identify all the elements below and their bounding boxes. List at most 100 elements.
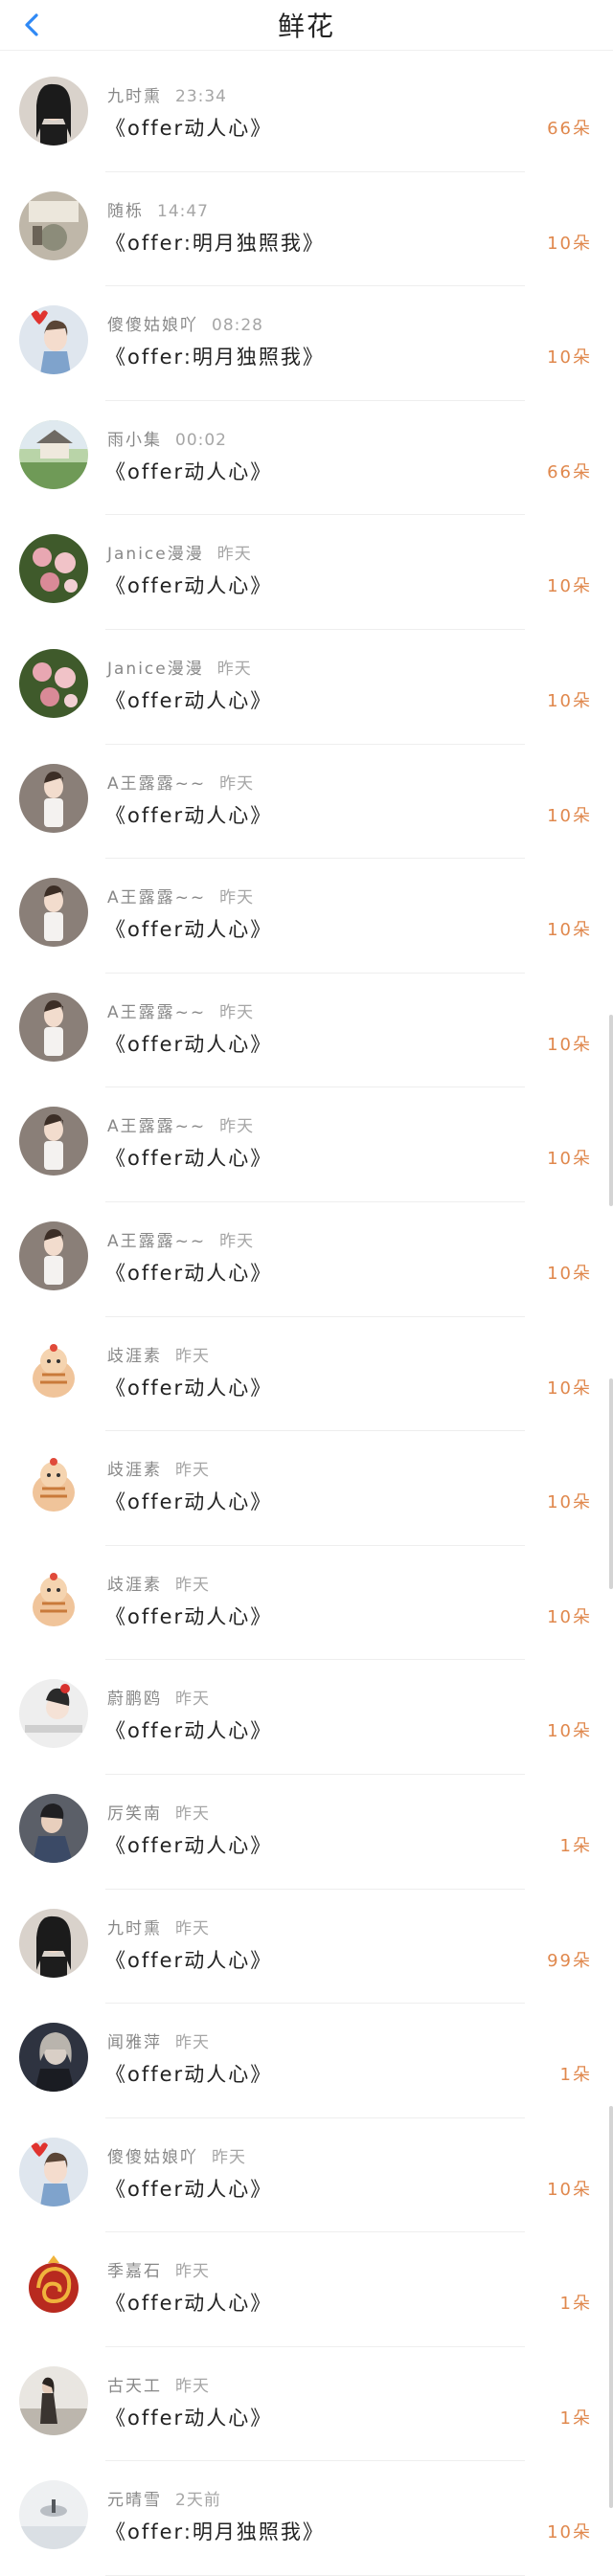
send-time: 昨天 xyxy=(175,1346,210,1366)
sender-name: 九时熏 xyxy=(107,1918,162,1938)
sender-line: A王露露~~ 昨天 xyxy=(107,1112,254,1136)
send-time: 昨天 xyxy=(175,1461,210,1481)
avatar[interactable] xyxy=(19,1908,88,1978)
avatar[interactable] xyxy=(19,1793,88,1863)
sender-line: 歧涯素 昨天 xyxy=(107,1456,210,1480)
flower-amount: 99朵 xyxy=(547,1950,592,1971)
scrollbar-thumb[interactable] xyxy=(609,1015,613,1206)
avatar[interactable] xyxy=(19,534,88,604)
flower-amount: 1朵 xyxy=(559,2294,592,2315)
flower-amount: 1朵 xyxy=(559,2408,592,2429)
list-item[interactable]: 随栎 14:47 《offer:明月独照我》 10朵 xyxy=(0,172,613,287)
sender-name: 傻傻姑娘吖 xyxy=(107,2147,198,2167)
list-item[interactable]: Janice漫漫 昨天 《offer动人心》 10朵 xyxy=(0,515,613,630)
list-item[interactable]: 歧涯素 昨天 《offer动人心》 10朵 xyxy=(0,1546,613,1661)
avatar[interactable] xyxy=(19,419,88,489)
sender-name: 歧涯素 xyxy=(107,1575,162,1595)
list-item[interactable]: A王露露~~ 昨天 《offer动人心》 10朵 xyxy=(0,1087,613,1202)
avatar[interactable] xyxy=(19,763,88,833)
list-item[interactable]: A王露露~~ 昨天 《offer动人心》 10朵 xyxy=(0,859,613,974)
flower-amount: 10朵 xyxy=(547,233,592,254)
flower-amount: 10朵 xyxy=(547,1034,592,1055)
flower-amount: 1朵 xyxy=(559,2065,592,2086)
send-time: 08:28 xyxy=(212,316,263,336)
avatar[interactable] xyxy=(19,77,88,146)
gift-title: 《offer动人心》 xyxy=(105,117,273,140)
avatar[interactable] xyxy=(19,1107,88,1176)
list-item[interactable]: 九时熏 昨天 《offer动人心》 99朵 xyxy=(0,1890,613,2005)
avatar[interactable] xyxy=(19,1564,88,1634)
avatar[interactable] xyxy=(19,2365,88,2435)
sender-name: A王露露~~ xyxy=(107,773,207,794)
list-item[interactable]: 古天工 昨天 《offer动人心》 1朵 xyxy=(0,2347,613,2462)
sender-name: Janice漫漫 xyxy=(107,659,204,679)
list-item[interactable]: A王露露~~ 昨天 《offer动人心》 10朵 xyxy=(0,745,613,860)
sender-line: A王露露~~ 昨天 xyxy=(107,770,254,794)
sender-name: 古天工 xyxy=(107,2376,162,2396)
gift-title: 《offer:明月独照我》 xyxy=(105,346,325,370)
sender-line: A王露露~~ 昨天 xyxy=(107,884,254,907)
scrollbar[interactable] xyxy=(609,1015,613,2546)
list-item[interactable]: 闻雅萍 昨天 《offer动人心》 1朵 xyxy=(0,2004,613,2118)
send-time: 昨天 xyxy=(175,2376,210,2396)
flower-amount: 10朵 xyxy=(547,2179,592,2200)
avatar[interactable] xyxy=(19,878,88,948)
list-item[interactable]: 傻傻姑娘吖 08:28 《offer:明月独照我》 10朵 xyxy=(0,286,613,401)
sender-name: A王露露~~ xyxy=(107,1002,207,1022)
sender-name: 歧涯素 xyxy=(107,1346,162,1366)
avatar[interactable] xyxy=(19,1335,88,1405)
avatar[interactable] xyxy=(19,190,88,260)
sender-name: 傻傻姑娘吖 xyxy=(107,316,198,336)
flower-amount: 10朵 xyxy=(547,347,592,369)
gift-title: 《offer动人心》 xyxy=(105,1261,273,1285)
scrollbar-thumb[interactable] xyxy=(609,1378,613,1589)
flower-amount: 66朵 xyxy=(547,119,592,139)
avatar[interactable] xyxy=(19,2137,88,2206)
list-item[interactable]: 歧涯素 昨天 《offer动人心》 10朵 xyxy=(0,1431,613,1546)
avatar[interactable] xyxy=(19,1679,88,1749)
list-item[interactable]: Janice漫漫 昨天 《offer动人心》 10朵 xyxy=(0,630,613,745)
gift-title: 《offer动人心》 xyxy=(105,803,273,827)
sender-name: 蔚鹏鸥 xyxy=(107,1690,162,1710)
flower-amount: 10朵 xyxy=(547,1263,592,1284)
avatar[interactable] xyxy=(19,1221,88,1290)
list-item[interactable]: 厉笑南 昨天 《offer动人心》 1朵 xyxy=(0,1775,613,1890)
list-item[interactable]: 雨小集 00:02 《offer动人心》 66朵 xyxy=(0,401,613,516)
list-item[interactable]: 元晴雪 2天前 《offer:明月独照我》 10朵 xyxy=(0,2461,613,2576)
list-item[interactable]: A王露露~~ 昨天 《offer动人心》 10朵 xyxy=(0,974,613,1088)
flower-amount: 66朵 xyxy=(547,461,592,482)
gift-title: 《offer:明月独照我》 xyxy=(105,2520,325,2544)
avatar[interactable] xyxy=(19,992,88,1062)
list-item[interactable]: 季嘉石 昨天 《offer动人心》 1朵 xyxy=(0,2232,613,2347)
gift-title: 《offer动人心》 xyxy=(105,2406,273,2430)
avatar[interactable] xyxy=(19,2480,88,2550)
send-time: 昨天 xyxy=(216,545,252,565)
sender-name: A王露露~~ xyxy=(107,1117,207,1137)
avatar[interactable] xyxy=(19,2251,88,2321)
list-item[interactable]: A王露露~~ 昨天 《offer动人心》 10朵 xyxy=(0,1202,613,1317)
flower-amount: 10朵 xyxy=(547,690,592,711)
avatar[interactable] xyxy=(19,1450,88,1520)
avatar[interactable] xyxy=(19,2023,88,2093)
list-item[interactable]: 傻傻姑娘吖 昨天 《offer动人心》 10朵 xyxy=(0,2118,613,2233)
list-item[interactable]: 歧涯素 昨天 《offer动人心》 10朵 xyxy=(0,1317,613,1432)
flower-amount: 10朵 xyxy=(547,1492,592,1513)
send-time: 昨天 xyxy=(219,1002,255,1022)
gift-title: 《offer动人心》 xyxy=(105,1032,273,1056)
gift-title: 《offer动人心》 xyxy=(105,1948,273,1972)
list-item[interactable]: 九时熏 23:34 《offer动人心》 66朵 xyxy=(0,57,613,172)
avatar[interactable] xyxy=(19,648,88,718)
sender-line: 古天工 昨天 xyxy=(107,2372,210,2396)
send-time: 昨天 xyxy=(175,1918,210,1938)
scrollbar-thumb[interactable] xyxy=(609,2106,613,2508)
sender-line: 元晴雪 2天前 xyxy=(107,2486,221,2510)
avatar[interactable] xyxy=(19,305,88,375)
sender-line: 歧涯素 昨天 xyxy=(107,1571,210,1595)
gift-title: 《offer动人心》 xyxy=(105,2177,273,2201)
sender-line: Janice漫漫 昨天 xyxy=(107,655,252,679)
list-item[interactable]: 蔚鹏鸥 昨天 《offer动人心》 10朵 xyxy=(0,1660,613,1775)
gift-title: 《offer:明月独照我》 xyxy=(105,231,325,255)
flower-amount: 10朵 xyxy=(547,576,592,597)
gift-record-list[interactable]: 九时熏 23:34 《offer动人心》 66朵 随栎 14:47 《offer:明… xyxy=(0,57,613,2576)
gift-title: 《offer动人心》 xyxy=(105,688,273,712)
